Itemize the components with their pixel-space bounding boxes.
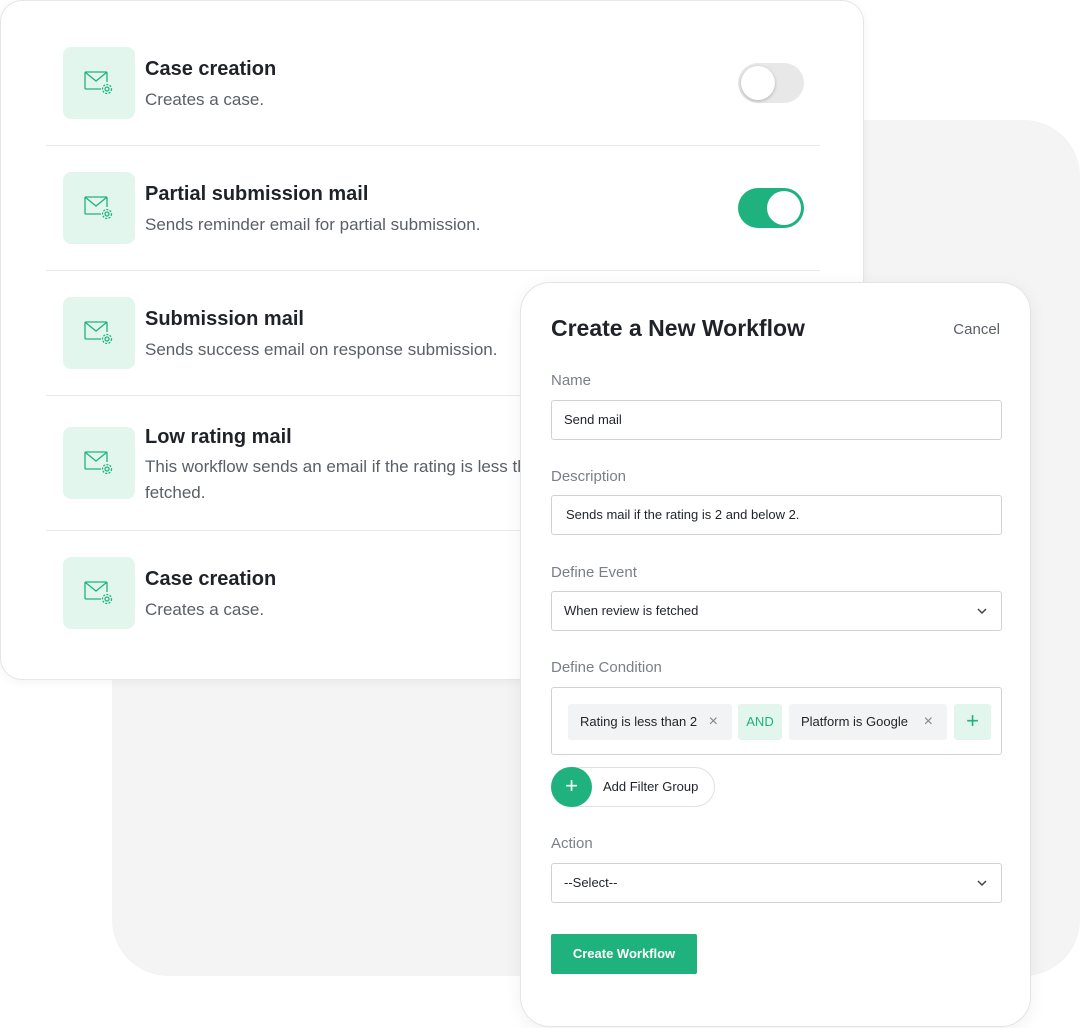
condition-operator[interactable]: AND	[738, 704, 782, 740]
workflow-row[interactable]: Case creation Creates a case.	[46, 21, 820, 146]
workflow-title: Partial submission mail	[145, 183, 369, 205]
mail-gear-icon	[63, 297, 135, 369]
condition-chip-text: Rating is less than 2	[580, 714, 698, 729]
condition-label: Define Condition	[551, 659, 662, 676]
workflow-toggle[interactable]	[738, 63, 804, 103]
add-filter-group-button[interactable]: + Add Filter Group	[551, 767, 715, 807]
mail-gear-icon	[63, 557, 135, 629]
name-input[interactable]: Send mail	[551, 400, 1002, 440]
event-label: Define Event	[551, 564, 637, 581]
condition-chip[interactable]: Rating is less than 2 ×	[568, 704, 732, 740]
cancel-button[interactable]: Cancel	[953, 321, 1000, 338]
add-condition-button[interactable]: +	[954, 704, 991, 740]
create-workflow-button[interactable]: Create Workflow	[551, 934, 697, 974]
workflow-title: Submission mail	[145, 308, 304, 330]
event-select-value: When review is fetched	[564, 603, 699, 618]
add-filter-group-label: Add Filter Group	[603, 779, 699, 794]
plus-icon: +	[551, 767, 592, 807]
workflow-description: Creates a case.	[145, 600, 265, 619]
action-select-value: --Select--	[564, 875, 618, 890]
action-select[interactable]: --Select--	[551, 863, 1002, 903]
event-select[interactable]: When review is fetched	[551, 591, 1002, 631]
workflow-row[interactable]: Partial submission mail Sends reminder e…	[46, 146, 820, 271]
condition-chip-text: Platform is Google	[801, 714, 908, 729]
mail-gear-icon	[63, 427, 135, 499]
panel-title: Create a New Workflow	[551, 315, 805, 341]
mail-gear-icon	[63, 47, 135, 119]
close-icon[interactable]: ×	[924, 704, 933, 740]
mail-gear-icon	[63, 172, 135, 244]
workflow-title: Case creation	[145, 58, 277, 80]
toggle-knob	[767, 191, 801, 225]
create-workflow-panel: Create a New Workflow Cancel Name Send m…	[520, 282, 1031, 1027]
workflow-toggle[interactable]	[738, 188, 804, 228]
workflow-title: Low rating mail	[145, 426, 292, 448]
name-label: Name	[551, 372, 592, 389]
toggle-knob	[741, 66, 775, 100]
condition-builder: Rating is less than 2 × AND Platform is …	[551, 687, 1002, 755]
description-input[interactable]: Sends mail if the rating is 2 and below …	[551, 495, 1002, 535]
workflow-description: Creates a case.	[145, 90, 265, 109]
workflow-description: Sends reminder email for partial submiss…	[145, 215, 481, 234]
workflow-title: Case creation	[145, 568, 277, 590]
action-label: Action	[551, 835, 593, 852]
workflow-description: Sends success email on response submissi…	[145, 340, 498, 359]
chevron-down-icon	[977, 880, 987, 887]
description-label: Description	[551, 468, 627, 485]
condition-chip[interactable]: Platform is Google ×	[789, 704, 947, 740]
chevron-down-icon	[977, 608, 987, 615]
close-icon[interactable]: ×	[709, 704, 718, 740]
